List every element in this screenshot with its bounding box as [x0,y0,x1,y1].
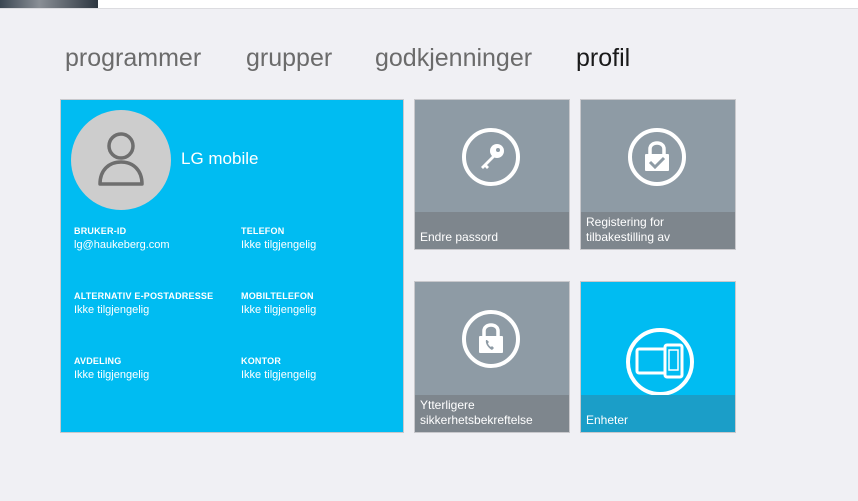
avatar [71,110,171,210]
field-label: MOBILTELEFON [241,291,314,301]
field-phone: TELEFON Ikke tilgjengelig [241,226,403,251]
field-label: BRUKER-ID [74,226,127,236]
user-icon [98,132,144,186]
field-department: AVDELING Ikke tilgjengelig [74,356,244,381]
tab-godkjenninger[interactable]: godkjenninger [375,44,532,73]
tile-label: Enheter [586,413,629,427]
change-password-tile[interactable]: Endre passord [414,99,570,250]
field-value: Ikke tilgjengelig [74,304,150,316]
tile-label: Registering for tilbakestilling av [586,215,671,244]
tab-programmer[interactable]: programmer [65,44,201,73]
devices-icon [626,328,694,396]
tab-profil[interactable]: profil [576,44,630,73]
tile-caption: Enheter [581,395,735,432]
field-label: ALTERNATIV E-POSTADRESSE [74,291,214,301]
devices-tile[interactable]: Enheter [580,281,736,433]
lock-check-icon [628,128,686,186]
tile-caption: Registering for tilbakestilling av [581,212,735,249]
tab-grupper[interactable]: grupper [246,44,332,73]
field-label: KONTOR [241,356,282,366]
profile-tile: LG mobile BRUKER-ID lg@haukeberg.com TEL… [60,99,404,433]
profile-name: LG mobile [181,149,259,168]
field-value: lg@haukeberg.com [74,239,170,251]
tile-caption: Endre passord [415,212,569,249]
field-label: AVDELING [74,356,122,366]
additional-verification-tile[interactable]: Ytterligere sikkerhetsbekreftelse [414,281,570,433]
field-alt-email: ALTERNATIV E-POSTADRESSE Ikke tilgjengel… [74,291,244,316]
field-mobile: MOBILTELEFON Ikke tilgjengelig [241,291,403,316]
field-user-id: BRUKER-ID lg@haukeberg.com [74,226,244,251]
field-office: KONTOR Ikke tilgjengelig [241,356,403,381]
top-bar [0,0,858,9]
account-photo[interactable] [0,0,98,8]
tile-label: Endre passord [420,230,499,244]
lock-phone-icon [462,310,520,368]
key-icon [462,128,520,186]
reset-registration-tile[interactable]: Registering for tilbakestilling av [580,99,736,250]
field-value: Ikke tilgjengelig [241,369,317,381]
field-value: Ikke tilgjengelig [74,369,150,381]
tile-caption: Ytterligere sikkerhetsbekreftelse [415,395,569,432]
field-label: TELEFON [241,226,285,236]
tile-label: Ytterligere sikkerhetsbekreftelse [420,398,533,427]
field-value: Ikke tilgjengelig [241,239,317,251]
field-value: Ikke tilgjengelig [241,304,317,316]
